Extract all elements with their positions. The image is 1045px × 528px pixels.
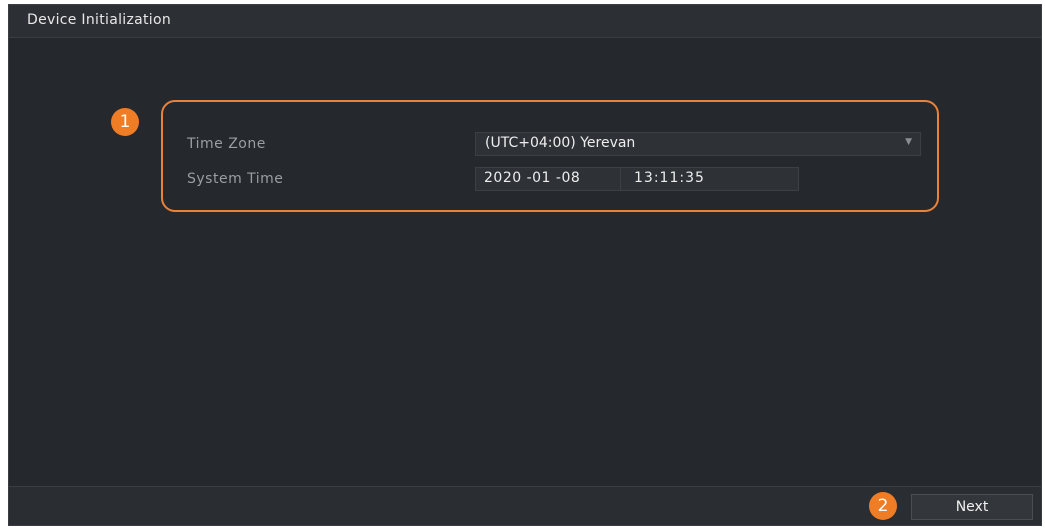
time-input[interactable]: 13:11:35 xyxy=(634,170,705,186)
time-zone-label: Time Zone xyxy=(187,136,266,152)
callout-marker-2: 2 xyxy=(869,492,897,520)
time-zone-select[interactable]: (UTC+04:00) Yerevan ▼ xyxy=(475,132,921,156)
system-time-label: System Time xyxy=(187,171,284,187)
highlight-frame xyxy=(161,100,939,212)
chevron-down-icon[interactable]: ▼ xyxy=(905,137,912,147)
system-time-field[interactable]: 2020 -01 -08 13:11:35 xyxy=(475,167,799,191)
date-time-divider xyxy=(620,168,621,190)
device-initialization-window: Device Initialization 1 Time Zone (UTC+0… xyxy=(8,4,1042,526)
settings-panel: 1 Time Zone (UTC+04:00) Yerevan ▼ System… xyxy=(9,38,1041,487)
title-bar: Device Initialization xyxy=(9,5,1041,38)
callout-marker-1: 1 xyxy=(111,108,139,136)
time-zone-value: (UTC+04:00) Yerevan xyxy=(485,135,636,151)
next-button[interactable]: Next xyxy=(911,494,1033,520)
date-input[interactable]: 2020 -01 -08 xyxy=(484,170,580,186)
window-title: Device Initialization xyxy=(27,12,172,28)
footer-bar: 2 Next xyxy=(9,486,1041,525)
